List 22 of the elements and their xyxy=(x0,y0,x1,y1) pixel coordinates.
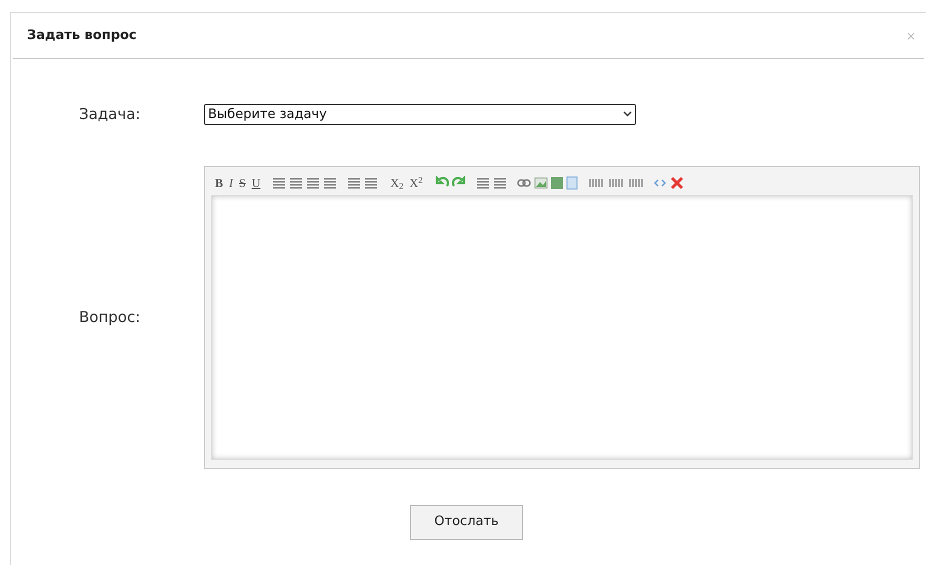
submit-button[interactable]: Отослать xyxy=(410,504,523,540)
toolbar-button[interactable]: S xyxy=(237,177,248,189)
image-icon[interactable] xyxy=(534,177,548,189)
document-icon[interactable] xyxy=(566,176,578,190)
link-icon[interactable] xyxy=(516,179,531,187)
chevron-icon xyxy=(623,111,632,118)
align-left-icon[interactable] xyxy=(272,177,286,189)
toolbar-button[interactable]: I xyxy=(227,177,236,189)
columns-icon[interactable] xyxy=(588,178,604,188)
clear-formatting-icon[interactable] xyxy=(670,176,684,190)
toolbar-button[interactable]: U xyxy=(250,177,262,189)
columns-icon[interactable] xyxy=(628,178,644,188)
columns-icon[interactable] xyxy=(608,178,624,188)
code-icon[interactable] xyxy=(654,179,666,187)
dialog-title: Задать вопрос xyxy=(27,26,137,45)
task-select[interactable]: Выберите задачу xyxy=(204,104,636,125)
toolbar-button[interactable]: X$^{2}$ xyxy=(408,177,425,189)
table-icon[interactable] xyxy=(550,177,563,189)
task-label: Задача: xyxy=(78,104,142,125)
toolbar-button[interactable]: B xyxy=(213,177,226,189)
question-label: Вопрос: xyxy=(78,306,142,328)
toolbar-button[interactable]: X$_{2}$ xyxy=(388,177,406,189)
